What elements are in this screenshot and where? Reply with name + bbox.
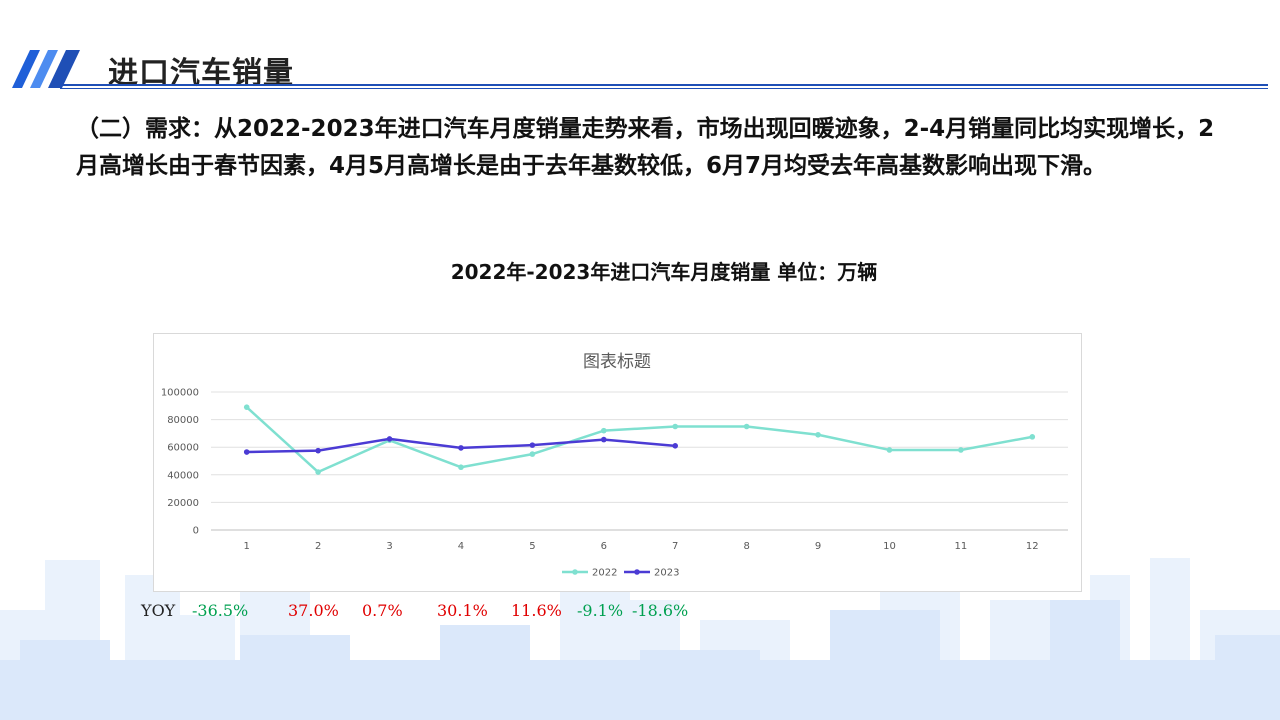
x-tick-label: 12 <box>1026 541 1039 552</box>
chart-subtitle: 2022年-2023年进口汽车月度销量 单位：万辆 <box>450 260 878 284</box>
chart-canvas: 图表标题0200004000060000800001000001 2 3 4 5 6 7 8 9… <box>161 352 1068 579</box>
x-tick-label: 11 <box>955 541 968 552</box>
stripes-logo-icon <box>12 50 80 88</box>
chart-title: 图表标题 <box>583 352 651 372</box>
data-point-2022 <box>458 464 464 471</box>
y-tick-label: 80000 <box>167 415 199 426</box>
x-tick-label: 10 <box>883 541 896 552</box>
y-tick-label: 40000 <box>167 470 199 481</box>
data-point-2022 <box>672 423 679 430</box>
legend-marker-2023 <box>634 569 640 575</box>
x-tick-label: 2 <box>315 541 321 552</box>
data-point-2022 <box>1029 434 1036 440</box>
x-tick-label: 9 <box>815 541 821 552</box>
x-tick-label: 1 <box>244 541 250 552</box>
data-point-2023 <box>315 447 321 454</box>
data-point-2023 <box>672 443 679 449</box>
data-point-2022 <box>600 427 607 434</box>
x-tick-label: 7 <box>672 541 678 552</box>
legend-label-2023: 2023 <box>654 568 679 579</box>
x-tick-label: 8 <box>743 541 749 552</box>
y-tick-label: 20000 <box>167 498 199 509</box>
y-tick-label: 60000 <box>167 443 199 454</box>
yoy-label: YOY <box>141 601 176 620</box>
data-point-2022 <box>243 404 250 410</box>
x-tick-label: 6 <box>601 541 607 552</box>
line-chart: 图表标题 0 20000 40000 60000 80000 100000 1 2 3 4 5 6 7 8 9… <box>153 333 1082 592</box>
legend-marker-2022 <box>572 569 578 575</box>
data-point-2023 <box>458 445 464 451</box>
y-tick-label: 0 <box>193 526 199 537</box>
header-divider <box>60 84 1268 86</box>
data-point-2023 <box>600 436 607 443</box>
x-tick-label: 4 <box>458 541 464 552</box>
data-point-2023 <box>243 449 250 455</box>
x-tick-label: 5 <box>529 541 535 552</box>
data-point-2022 <box>815 431 821 438</box>
data-point-2022 <box>529 451 536 457</box>
header-divider-thin <box>60 88 1268 89</box>
body-paragraph: （二）需求：从2022-2023年进口汽车月度销量走势来看，市场出现回暖迹象，2… <box>76 116 1215 179</box>
yoy-value: 30.1% <box>437 601 488 620</box>
slide-header: 进口汽车销量 <box>0 40 1280 100</box>
x-tick-label: 3 <box>386 541 392 552</box>
data-point-2022 <box>743 423 750 430</box>
legend-label-2022: 2022 <box>592 568 617 579</box>
data-point-2023 <box>529 442 536 448</box>
y-tick-label: 100000 <box>161 388 199 399</box>
yoy-value: 11.6% <box>511 601 562 620</box>
series-line-2022 <box>245 406 1033 474</box>
data-point-2022 <box>886 447 893 453</box>
yoy-value: -9.1% <box>577 601 624 620</box>
yoy-value: 37.0% <box>288 601 339 620</box>
data-point-2023 <box>386 436 393 442</box>
yoy-value: -36.5% <box>192 601 249 620</box>
yoy-row: YOY -36.5% 37.0% 0.7% 30.1% 11.6% -9.1% -18.6% <box>0 601 1280 625</box>
data-point-2022 <box>958 447 964 453</box>
yoy-value: -18.6% <box>632 601 689 620</box>
data-point-2022 <box>315 469 321 475</box>
yoy-value: 0.7% <box>362 601 403 620</box>
